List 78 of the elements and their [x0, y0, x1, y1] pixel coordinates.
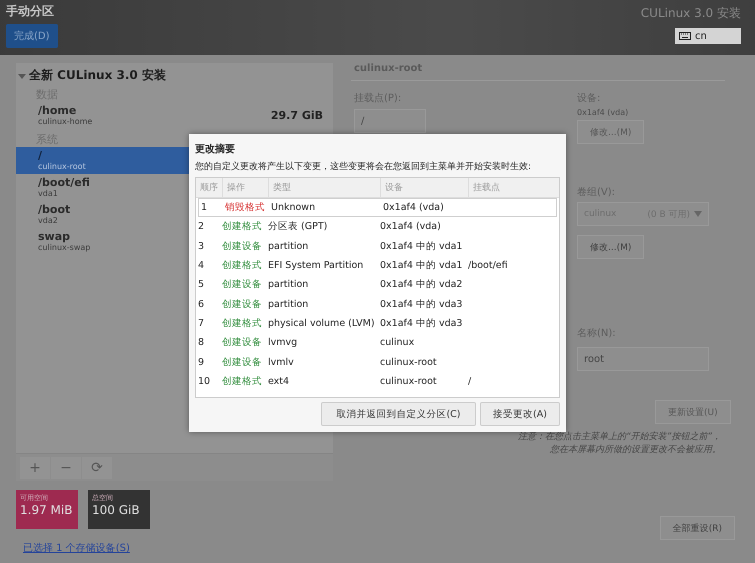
type-cell-text: 分区表 (GPT)	[268, 220, 328, 234]
remove-button[interactable]: −	[51, 456, 81, 478]
column-header[interactable]: 类型	[268, 178, 380, 197]
product-title: CULinux 3.0 安装	[640, 5, 741, 22]
change-row[interactable]: 4 创建格式 EFI System Partition 0x1af4 中的 vda1 /boot/efi	[196, 256, 559, 276]
refresh-button[interactable]: ⟳	[82, 456, 112, 478]
type-cell-text: physical volume (LVM)	[268, 318, 376, 329]
device-cell-text: 0x1af4 中的 vda3	[380, 316, 464, 330]
expander-icon	[18, 72, 26, 80]
storage-devices-link[interactable]: 已选择 1 个存储设备(S)	[23, 541, 333, 555]
order-cell-text: 10	[198, 376, 212, 387]
order-cell-text: 1	[201, 202, 208, 214]
device-cell-text: culinux-root	[380, 376, 438, 387]
change-row[interactable]: 6 创建设备 partition 0x1af4 中的 vda3	[196, 294, 559, 314]
device-cell-text: culinux	[380, 337, 416, 348]
column-header[interactable]: 设备	[380, 178, 468, 197]
action-cell-text: 创建设备	[222, 298, 263, 311]
order-cell-text: 8	[198, 337, 206, 348]
action-cell-text: 创建设备	[222, 336, 263, 350]
name-field[interactable]: root	[577, 347, 709, 371]
device-cell-text: 0x1af4 中的 vda2	[380, 278, 464, 292]
modify-volume-group-button[interactable]: 修改...(M)	[577, 235, 644, 259]
type-cell-text: EFI System Partition	[268, 260, 364, 272]
change-row[interactable]: 1 销毁格式 Unknown 0x1af4 (vda)	[198, 198, 557, 218]
column-header[interactable]: 挂载点	[468, 178, 559, 197]
order-cell-text: 4	[198, 260, 206, 272]
device-cell-text: 0x1af4 (vda)	[380, 221, 442, 232]
cancel-button[interactable]: 取消并返回到自定义分区(C)	[321, 402, 476, 426]
type-cell-text: lvmlv	[268, 356, 295, 368]
partition-item[interactable]: /home culinux-home 29.7 GiB	[16, 102, 333, 129]
change-row[interactable]: 9 创建设备 lvmlv culinux-root	[196, 352, 559, 372]
page-title: 手动分区	[6, 3, 55, 20]
mount-point-cell-text: /	[468, 376, 472, 387]
action-cell-text: 创建设备	[222, 278, 263, 292]
order-cell-text: 3	[198, 240, 206, 252]
type-cell-text: Unknown	[271, 202, 316, 214]
action-cell-text: 创建格式	[222, 316, 263, 330]
order-cell-text: 9	[198, 356, 206, 368]
done-button[interactable]: 完成(D)	[6, 24, 58, 48]
order-cell-text: 5	[198, 279, 206, 290]
keyboard-layout-button[interactable]: cn	[675, 28, 741, 44]
order-cell-text: 7	[198, 318, 206, 329]
device-cell-text: 0x1af4 中的 vda3	[380, 298, 464, 311]
device-cell-text: 0x1af4 中的 vda1	[380, 240, 464, 253]
change-row[interactable]: 3 创建设备 partition 0x1af4 中的 vda1	[196, 236, 559, 256]
order-cell-text: 6	[198, 298, 206, 310]
installation-tree-header[interactable]: 全新 CULinux 3.0 安装	[16, 67, 333, 84]
type-cell-text: partition	[268, 279, 310, 290]
change-row[interactable]: 5 创建设备 partition 0x1af4 中的 vda2	[196, 275, 559, 294]
device-cell-text: 0x1af4 中的 vda1	[380, 259, 464, 272]
action-cell-text: 创建设备	[222, 356, 263, 369]
dropdown-arrow-icon	[694, 211, 702, 217]
note-text: 注意：在您点击主菜单上的“开始安装”按钮之前”， 您在本屏幕内所做的设置更改不会被应用。	[517, 430, 721, 456]
device-value: 0x1af4 (vda)	[577, 108, 628, 117]
action-cell-text: 创建格式	[222, 374, 263, 388]
change-row[interactable]: 7 创建格式 physical volume (LVM) 0x1af4 中的 vda3	[196, 314, 559, 334]
keyboard-icon	[679, 32, 691, 40]
change-row[interactable]: 8 创建设备 lvmvg culinux	[196, 333, 559, 352]
action-cell-text: 创建格式	[222, 220, 263, 234]
type-cell-text: partition	[268, 240, 310, 252]
column-header[interactable]: 顺序	[198, 178, 222, 197]
device-cell-text: culinux-root	[380, 356, 438, 368]
column-header[interactable]: 操作	[222, 178, 268, 197]
accept-button[interactable]: 接受更改(A)	[480, 402, 560, 426]
device-cell-text: 0x1af4 (vda)	[383, 202, 445, 214]
change-row[interactable]: 2 创建格式 分区表 (GPT) 0x1af4 (vda)	[196, 217, 559, 237]
type-cell-text: partition	[268, 298, 310, 310]
mount-point-field[interactable]: /	[354, 109, 426, 133]
type-cell-text: ext4	[268, 376, 290, 387]
action-cell-text: 销毁格式	[225, 201, 266, 214]
action-cell-text: 创建格式	[222, 259, 263, 272]
reset-all-button[interactable]: 全部重设(R)	[660, 516, 735, 540]
mount-point-cell-text: /boot/efi	[468, 260, 509, 272]
type-cell-text: lvmvg	[268, 337, 298, 348]
add-button[interactable]: +	[20, 456, 50, 478]
action-cell-text: 创建设备	[222, 240, 263, 253]
change-row[interactable]: 10 创建格式 ext4 culinux-root /	[196, 372, 559, 391]
order-cell-text: 2	[198, 221, 206, 232]
